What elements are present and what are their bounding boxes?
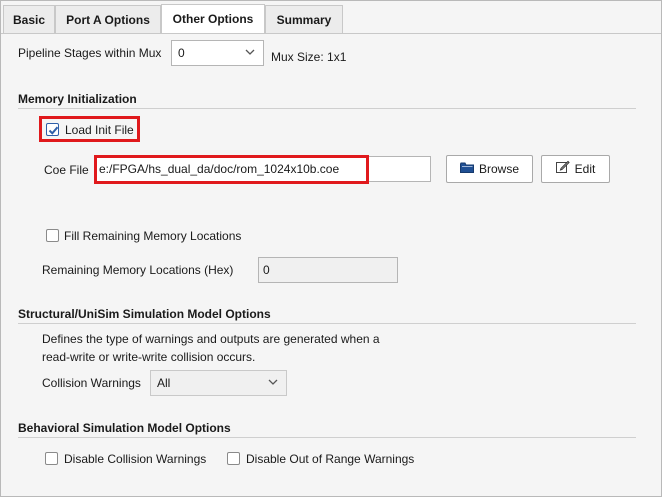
tab-basic[interactable]: Basic — [3, 5, 55, 33]
chevron-down-icon — [266, 371, 280, 395]
edit-label: Edit — [574, 162, 596, 176]
load-init-file-checkbox[interactable] — [46, 123, 59, 136]
disable-collision-warnings-label: Disable Collision Warnings — [64, 452, 207, 466]
collision-warnings-select[interactable]: All — [150, 370, 287, 396]
tab-bar: Basic Port A Options Other Options Summa… — [1, 1, 661, 34]
other-options-panel: Pipeline Stages within Mux 0 Mux Size: 1… — [1, 34, 661, 496]
tab-other-options[interactable]: Other Options — [161, 4, 265, 34]
pipeline-stages-value: 0 — [178, 46, 185, 60]
folder-icon — [459, 156, 474, 182]
structural-options-title: Structural/UniSim Simulation Model Optio… — [18, 307, 271, 321]
disable-collision-warnings-checkbox[interactable] — [45, 452, 58, 465]
fill-remaining-label: Fill Remaining Memory Locations — [64, 229, 242, 243]
fill-remaining-checkbox[interactable] — [46, 229, 59, 242]
remaining-memory-label: Remaining Memory Locations (Hex) — [42, 263, 234, 277]
memory-initialization-title: Memory Initialization — [18, 92, 137, 106]
browse-button[interactable]: Browse — [446, 155, 533, 183]
remaining-memory-field[interactable]: 0 — [258, 257, 398, 283]
tab-port-a-options[interactable]: Port A Options — [55, 5, 161, 33]
section-divider — [18, 323, 636, 324]
collision-warnings-value: All — [157, 376, 171, 390]
load-init-file-label: Load Init File — [65, 123, 134, 137]
edit-icon — [555, 156, 570, 182]
coe-file-field[interactable]: e:/FPGA/hs_dual_da/doc/rom_1024x10b.coe — [95, 156, 431, 182]
coe-file-label: Coe File — [44, 163, 89, 177]
collision-warnings-label: Collision Warnings — [42, 376, 141, 390]
disable-out-of-range-label: Disable Out of Range Warnings — [246, 452, 415, 466]
disable-out-of-range-checkbox[interactable] — [227, 452, 240, 465]
chevron-down-icon — [243, 41, 257, 65]
section-divider — [18, 108, 636, 109]
behavioral-options-title: Behavioral Simulation Model Options — [18, 421, 231, 435]
structural-description-line2: read-write or write-write collision occu… — [42, 350, 256, 364]
ip-customization-window: Basic Port A Options Other Options Summa… — [0, 0, 662, 497]
browse-label: Browse — [478, 162, 519, 176]
pipeline-stages-label: Pipeline Stages within Mux — [18, 46, 162, 60]
mux-size-label: Mux Size: 1x1 — [271, 50, 347, 64]
pipeline-stages-select[interactable]: 0 — [171, 40, 264, 66]
tab-summary[interactable]: Summary — [265, 5, 343, 33]
section-divider — [18, 437, 636, 438]
edit-button[interactable]: Edit — [541, 155, 610, 183]
structural-description-line1: Defines the type of warnings and outputs… — [42, 332, 380, 346]
